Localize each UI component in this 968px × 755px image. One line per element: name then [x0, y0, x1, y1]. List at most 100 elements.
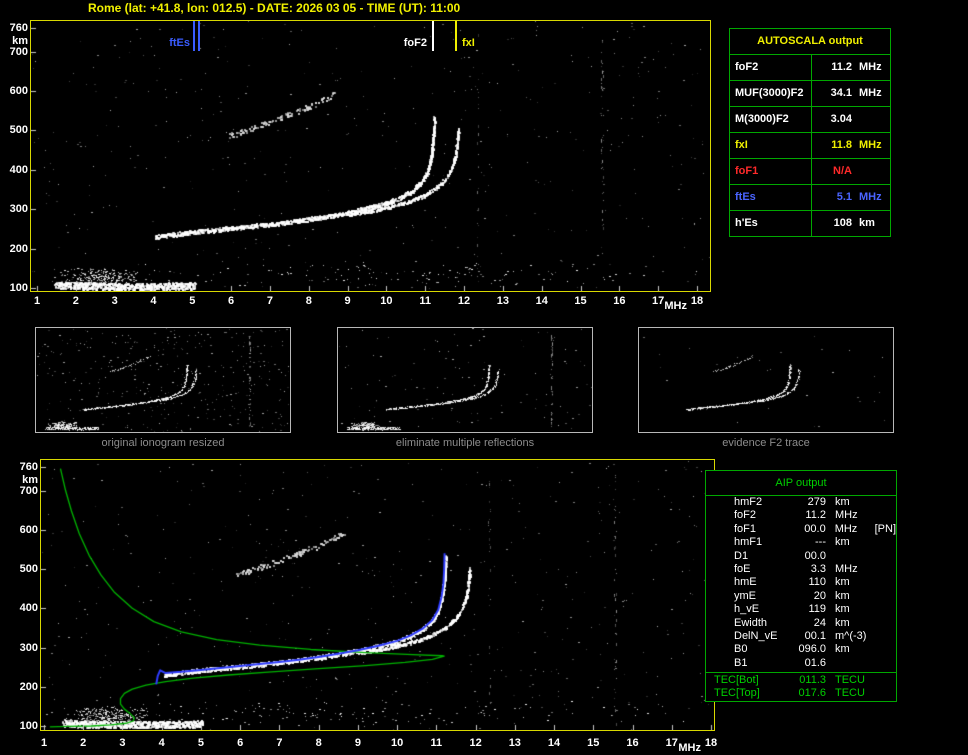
- thumbnail-canvas-f2-evidence: [639, 328, 893, 432]
- x-tick-label: 4: [141, 295, 165, 307]
- aip-row-v: 096.0: [792, 643, 826, 656]
- autoscala-row-value: 34.1: [812, 81, 852, 106]
- autoscala-row-h'Es: h'Es108 km: [730, 211, 890, 236]
- x-tick-label: 6: [228, 737, 252, 749]
- top-ionogram-plot: ftEsfoF2fxI: [30, 20, 711, 292]
- autoscala-row-ftEs: ftEs5.1MHz: [730, 185, 890, 211]
- thumbnail-original-ionogram: [35, 327, 291, 433]
- x-tick-label: 5: [189, 737, 213, 749]
- y-tick-label: 500: [10, 563, 38, 575]
- x-tick-label: 3: [110, 737, 134, 749]
- aip-row-l: D1: [734, 550, 792, 563]
- x-tick-label: 11: [413, 295, 437, 307]
- aip-row-v: 017.6: [792, 687, 826, 700]
- x-tick-label: 16: [621, 737, 645, 749]
- x-tick-label: 5: [180, 295, 204, 307]
- x-tick-label: 9: [336, 295, 360, 307]
- autoscala-table-header: AUTOSCALA output: [730, 29, 890, 55]
- aip-row-B0: B0096.0km: [706, 643, 896, 656]
- aip-row-u: TECU: [835, 674, 865, 687]
- y-tick-label: 700: [0, 46, 28, 58]
- aip-row-l: B1: [734, 657, 792, 670]
- autoscala-table-rows: foF211.2MHzMUF(3000)F234.1MHzM(3000)F23.…: [730, 55, 890, 236]
- aip-row-foE: foE3.3MHz: [706, 563, 896, 576]
- autoscala-row-foF2: foF211.2MHz: [730, 55, 890, 81]
- aip-row-u: MHz: [835, 509, 865, 522]
- thumbnail-canvas-multiples-removed: [338, 328, 592, 432]
- x-tick-label: 15: [569, 295, 593, 307]
- aip-row-u: km: [835, 576, 865, 589]
- y-tick-label: 600: [10, 524, 38, 536]
- x-tick-label: 7: [258, 295, 282, 307]
- x-tick-label: 12: [452, 295, 476, 307]
- page-title: Rome (lat: +41.8, lon: 012.5) - DATE: 20…: [88, 1, 460, 15]
- aip-row-u: MHz: [835, 563, 865, 576]
- y-tick-label: 300: [10, 642, 38, 654]
- aip-row-u: km: [835, 617, 865, 630]
- aip-row-v: 279: [792, 496, 826, 509]
- aip-row-u: m^(-3): [835, 630, 865, 643]
- aip-row-hmF1: hmF1---km: [706, 536, 896, 549]
- autoscala-row-M(3000)F2: M(3000)F23.04: [730, 107, 890, 133]
- aip-row-ymE: ymE20km: [706, 590, 896, 603]
- autoscala-row-unit: km: [859, 211, 875, 236]
- aip-row-v: 110: [792, 576, 826, 589]
- thumbnail-caption-evidence: evidence F2 trace: [638, 437, 894, 449]
- aip-output-table: AIP output hmF2279kmfoF211.2MHzfoF100.0M…: [705, 470, 897, 702]
- x-tick-label: 10: [385, 737, 409, 749]
- x-tick-label: 10: [374, 295, 398, 307]
- aip-row-l: foF2: [734, 509, 792, 522]
- aip-row-l: h_vE: [734, 603, 792, 616]
- aip-row-l: TEC[Bot]: [714, 674, 792, 687]
- autoscala-row-label: h'Es: [730, 211, 812, 236]
- autoscala-row-fxI: fxI11.8MHz: [730, 133, 890, 159]
- autoscala-row-unit: MHz: [859, 81, 882, 106]
- aip-row-u: [835, 550, 865, 563]
- aip-row-u: km: [835, 496, 865, 509]
- aip-row-u: km: [835, 536, 865, 549]
- aip-row-v: 24: [792, 617, 826, 630]
- y-tick-label: 300: [0, 203, 28, 215]
- y-tick-label: 100: [0, 282, 28, 294]
- x-tick-label: 14: [530, 295, 554, 307]
- y-tick-label: 400: [10, 602, 38, 614]
- y-tick-label: 200: [10, 681, 38, 693]
- aip-row-Ewidth: Ewidth24km: [706, 617, 896, 630]
- autoscala-row-label: MUF(3000)F2: [730, 81, 812, 106]
- aip-row-u: km: [835, 603, 865, 616]
- autoscala-row-foF1: foF1N/A: [730, 159, 890, 185]
- aip-table-rows: hmF2279kmfoF211.2MHzfoF100.0MHz[PN]hmF1-…: [706, 496, 896, 701]
- aip-row-v: 00.1: [792, 630, 826, 643]
- x-tick-label: 14: [542, 737, 566, 749]
- aip-row-hmF2: hmF2279km: [706, 496, 896, 509]
- aip-row-l: foF1: [734, 523, 792, 536]
- aip-row-u: MHz: [835, 523, 865, 536]
- aip-row-h_vE: h_vE119km: [706, 603, 896, 616]
- thumbnail-caption-multiples: eliminate multiple reflections: [337, 437, 593, 449]
- thumbnail-caption-original: original ionogram resized: [35, 437, 291, 449]
- autoscala-row-value: 3.04: [812, 107, 852, 132]
- x-tick-label: 16: [607, 295, 631, 307]
- autoscala-row-value: 108: [812, 211, 852, 236]
- bottom-ionogram-plot: [40, 459, 715, 731]
- autoscala-row-MUF(3000)F2: MUF(3000)F234.1 MHz: [730, 81, 890, 107]
- autoscala-output-table: AUTOSCALA output foF211.2MHzMUF(3000)F23…: [729, 28, 891, 237]
- aip-table-header: AIP output: [706, 471, 896, 496]
- x-tick-label: 8: [297, 295, 321, 307]
- x-tick-label: 1: [32, 737, 56, 749]
- aip-row-v: 01.6: [792, 657, 826, 670]
- aip-row-TEC[Bot]: TEC[Bot]011.3TECU: [706, 674, 896, 687]
- aip-row-v: ---: [792, 536, 826, 549]
- x-tick-label: 2: [64, 295, 88, 307]
- x-tick-label: 6: [219, 295, 243, 307]
- y-tick-label: 100: [10, 720, 38, 732]
- aip-row-v: 00.0: [792, 523, 826, 536]
- aip-row-v: 20: [792, 590, 826, 603]
- autoscala-row-value: 5.1: [812, 185, 852, 210]
- x-tick-label: 2: [71, 737, 95, 749]
- autoscala-row-unit: MHz: [859, 185, 882, 210]
- autoscala-row-label: foF2: [730, 55, 812, 80]
- x-tick-label: 1: [25, 295, 49, 307]
- aip-row-B1: B101.6: [706, 657, 896, 670]
- autoscala-window: Rome (lat: +41.8, lon: 012.5) - DATE: 20…: [0, 0, 968, 755]
